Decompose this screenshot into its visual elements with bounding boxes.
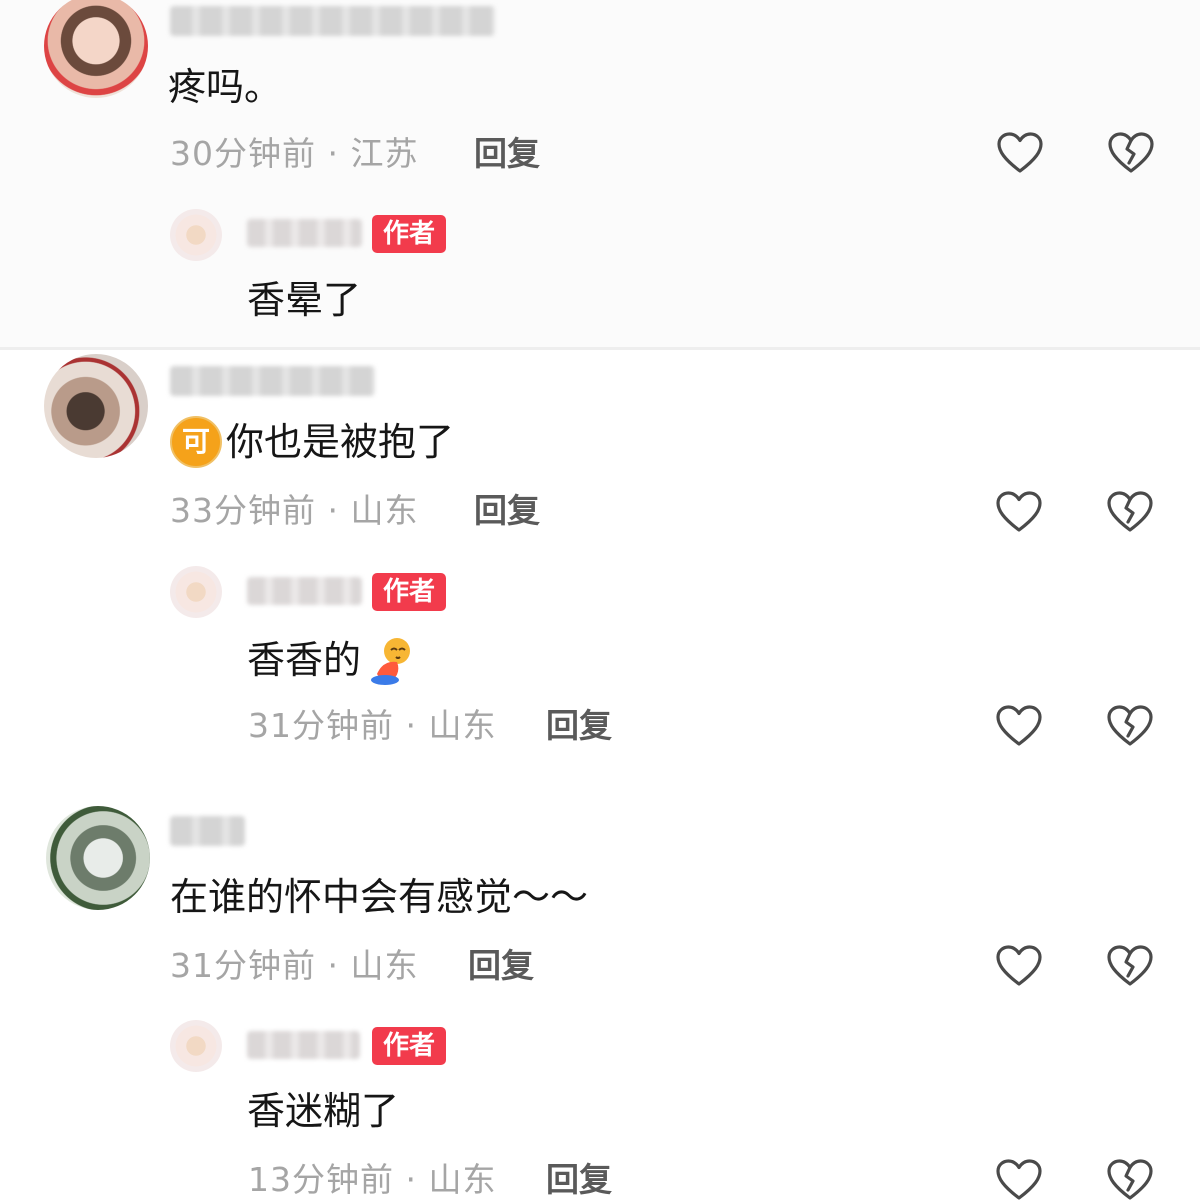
reply-button[interactable]: 回复	[546, 706, 612, 746]
comment-meta: 31分钟前 · 山东	[170, 946, 419, 985]
heart-outline-icon[interactable]	[995, 1158, 1043, 1200]
username-blurred[interactable]	[170, 366, 375, 396]
reply-button[interactable]: 回复	[474, 491, 540, 531]
author-avatar[interactable]	[170, 566, 222, 618]
author-name-blurred[interactable]	[247, 577, 362, 605]
heart-outline-icon[interactable]	[995, 490, 1043, 534]
heart-outline-icon[interactable]	[995, 704, 1043, 748]
avatar[interactable]	[44, 354, 148, 458]
username-blurred[interactable]	[170, 816, 245, 846]
reply-button[interactable]: 回复	[468, 946, 534, 986]
comment-text: 疼吗。	[168, 65, 283, 109]
broken-heart-icon[interactable]	[1106, 704, 1154, 748]
reply-text: 香香的	[247, 634, 417, 686]
reply-button[interactable]: 回复	[474, 134, 540, 174]
reply-button[interactable]: 回复	[546, 1160, 612, 1200]
comment-text: 可 你也是被抱了	[170, 416, 454, 468]
broken-heart-icon[interactable]	[1106, 944, 1154, 988]
author-tag: 作者	[372, 573, 447, 611]
reply-text: 香迷糊了	[247, 1089, 400, 1133]
comment-meta: 30分钟前 · 江苏	[170, 134, 419, 173]
author-tag: 作者	[372, 215, 447, 253]
reply-meta: 13分钟前 · 山东	[248, 1160, 497, 1199]
comment-meta: 33分钟前 · 山东	[170, 491, 419, 530]
avatar[interactable]	[46, 806, 150, 910]
reply-text: 香晕了	[247, 278, 362, 322]
comment-text: 在谁的怀中会有感觉～～	[170, 875, 589, 919]
praying-emoji	[365, 634, 417, 686]
avatar[interactable]	[44, 0, 148, 98]
comment-panel-top: 疼吗。 30分钟前 · 江苏 回复 作者 香晕了	[0, 0, 1200, 348]
reply-meta: 31分钟前 · 山东	[248, 706, 497, 745]
author-name-blurred[interactable]	[247, 1031, 360, 1059]
author-avatar[interactable]	[170, 209, 222, 261]
heart-outline-icon[interactable]	[996, 131, 1044, 175]
broken-heart-icon[interactable]	[1106, 1158, 1154, 1200]
ke-badge-icon: 可	[170, 416, 222, 468]
author-tag: 作者	[372, 1027, 447, 1065]
comment-panel-bottom: 可 你也是被抱了 33分钟前 · 山东 回复 作者 香香的 31分钟前 · 山东…	[0, 350, 1200, 1200]
author-avatar[interactable]	[170, 1020, 222, 1072]
author-name-blurred[interactable]	[247, 219, 362, 247]
broken-heart-icon[interactable]	[1107, 131, 1155, 175]
heart-outline-icon[interactable]	[995, 944, 1043, 988]
username-blurred[interactable]	[170, 6, 495, 36]
broken-heart-icon[interactable]	[1106, 490, 1154, 534]
